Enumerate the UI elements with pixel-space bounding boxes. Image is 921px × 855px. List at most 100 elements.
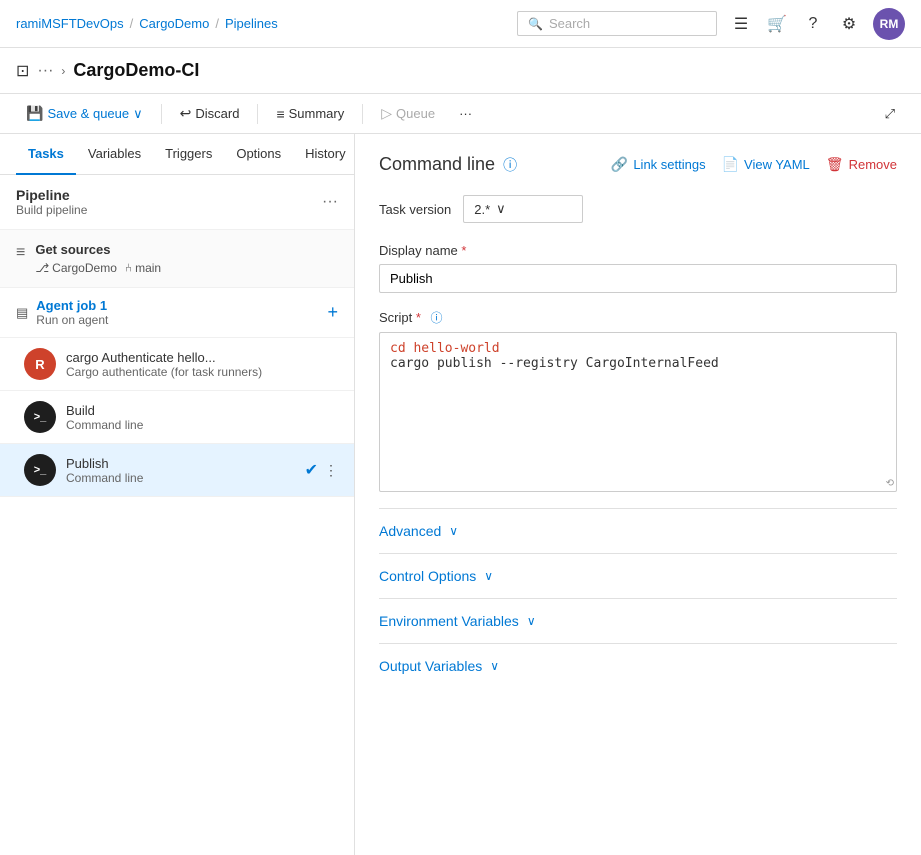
add-task-icon[interactable]: + xyxy=(327,302,338,323)
pipeline-more-icon[interactable]: ··· xyxy=(322,193,338,211)
advanced-chevron-icon: ∨ xyxy=(449,524,458,538)
help-icon[interactable]: ? xyxy=(801,12,825,36)
agent-job-left: ▤ Agent job 1 Run on agent xyxy=(16,298,108,327)
script-line-1: cd hello-world xyxy=(390,341,886,356)
agent-info: Agent job 1 Run on agent xyxy=(36,298,108,327)
output-variables-label: Output Variables xyxy=(379,658,482,674)
env-variables-chevron-icon: ∨ xyxy=(527,614,536,628)
queue-icon: ▷ xyxy=(381,105,392,122)
tab-tasks[interactable]: Tasks xyxy=(16,134,76,175)
queue-label: Queue xyxy=(396,106,435,121)
advanced-header: Advanced ∨ xyxy=(379,523,897,539)
save-queue-label: Save & queue xyxy=(47,106,129,121)
right-panel: Command line ⓘ 🔗 Link settings 📄 View YA… xyxy=(355,134,921,855)
publish-sub: Command line xyxy=(66,471,295,485)
version-chevron-icon: ∨ xyxy=(496,201,506,217)
display-name-input[interactable] xyxy=(379,264,897,293)
save-queue-dropdown-icon: ∨ xyxy=(133,106,143,122)
tab-history[interactable]: History xyxy=(293,134,357,175)
task-item-cargo-auth[interactable]: R cargo Authenticate hello... Cargo auth… xyxy=(0,338,354,391)
discard-label: Discard xyxy=(195,106,239,121)
settings-icon[interactable]: ⚙ xyxy=(837,12,861,36)
control-options-label: Control Options xyxy=(379,568,476,584)
pipeline-icon: ⊡ xyxy=(16,61,29,81)
sources-name[interactable]: Get sources xyxy=(35,242,161,257)
breadcrumb-dots[interactable]: ··· xyxy=(37,62,53,80)
build-sub: Command line xyxy=(66,418,338,432)
agent-icon: ▤ xyxy=(16,305,28,321)
cmd-header: Command line ⓘ 🔗 Link settings 📄 View YA… xyxy=(379,154,897,175)
queue-btn[interactable]: ▷ Queue xyxy=(371,100,445,127)
summary-btn[interactable]: ≡ Summary xyxy=(266,101,354,127)
control-options-section[interactable]: Control Options ∨ xyxy=(379,553,897,598)
cmd-info-icon[interactable]: ⓘ xyxy=(503,155,517,175)
left-tabs: Tasks Variables Triggers Options History xyxy=(0,134,354,175)
agent-job: ▤ Agent job 1 Run on agent + xyxy=(0,288,354,338)
nav-actions: 🔍 Search ☰ 🛒 ? ⚙ RM xyxy=(517,8,905,40)
expand-btn[interactable]: ⤢ xyxy=(875,101,905,127)
trash-icon: 🗑 xyxy=(826,156,844,173)
cargo-auth-icon: R xyxy=(24,348,56,380)
repo-detail: ⎇ CargoDemo xyxy=(35,261,117,275)
tab-options[interactable]: Options xyxy=(224,134,293,175)
env-variables-section[interactable]: Environment Variables ∨ xyxy=(379,598,897,643)
discard-btn[interactable]: ↩ Discard xyxy=(170,100,250,127)
discard-icon: ↩ xyxy=(180,105,192,122)
tab-triggers[interactable]: Triggers xyxy=(153,134,224,175)
view-yaml-btn[interactable]: 📄 View YAML xyxy=(722,156,810,173)
repo-icon: ⎇ xyxy=(35,261,49,275)
yaml-icon: 📄 xyxy=(722,156,739,173)
summary-label: Summary xyxy=(289,106,345,121)
main-layout: Tasks Variables Triggers Options History… xyxy=(0,134,921,855)
script-info-icon[interactable]: ⓘ xyxy=(431,311,443,325)
agent-job-name[interactable]: Agent job 1 xyxy=(36,298,108,313)
output-variables-section[interactable]: Output Variables ∨ xyxy=(379,643,897,688)
more-btn[interactable]: ··· xyxy=(449,101,482,126)
list-icon[interactable]: ☰ xyxy=(729,12,753,36)
breadcrumb: ramiMSFTDevOps / CargoDemo / Pipelines xyxy=(16,16,278,31)
branch-icon: ⑃ xyxy=(125,261,132,275)
remove-label: Remove xyxy=(849,157,897,172)
advanced-label: Advanced xyxy=(379,523,441,539)
script-label: Script * ⓘ xyxy=(379,309,897,326)
project-link[interactable]: CargoDemo xyxy=(139,16,209,31)
view-yaml-label: View YAML xyxy=(744,157,810,172)
link-icon: 🔗 xyxy=(611,156,628,173)
tab-variables[interactable]: Variables xyxy=(76,134,153,175)
repo-name: CargoDemo xyxy=(52,261,117,275)
task-version-select[interactable]: 2.* ∨ xyxy=(463,195,583,223)
section-link[interactable]: Pipelines xyxy=(225,16,278,31)
advanced-section[interactable]: Advanced ∨ xyxy=(379,508,897,553)
pipeline-info: Pipeline Build pipeline xyxy=(16,187,87,217)
save-queue-btn[interactable]: 💾 Save & queue ∨ xyxy=(16,100,153,127)
task-version-value: 2.* xyxy=(474,202,490,217)
publish-more-icon[interactable]: ⋮ xyxy=(324,462,338,479)
save-icon: 💾 xyxy=(26,105,43,122)
build-details: Build Command line xyxy=(66,403,338,432)
cargo-auth-name: cargo Authenticate hello... xyxy=(66,350,338,365)
task-version-label: Task version xyxy=(379,202,451,217)
publish-details: Publish Command line xyxy=(66,456,295,485)
output-variables-header: Output Variables ∨ xyxy=(379,658,897,674)
task-item-build[interactable]: >_ Build Command line xyxy=(0,391,354,444)
script-field: Script * ⓘ cd hello-world cargo publish … xyxy=(379,309,897,492)
cargo-auth-details: cargo Authenticate hello... Cargo authen… xyxy=(66,350,338,379)
sources-icon: ≡ xyxy=(16,244,25,262)
branch-name: main xyxy=(135,261,161,275)
task-item-publish[interactable]: >_ Publish Command line ✔ ⋮ xyxy=(0,444,354,497)
org-link[interactable]: ramiMSFTDevOps xyxy=(16,16,124,31)
resize-handle[interactable]: ⟲ xyxy=(886,478,894,489)
search-box[interactable]: 🔍 Search xyxy=(517,11,717,36)
basket-icon[interactable]: 🛒 xyxy=(765,12,789,36)
toolbar-sep-2 xyxy=(257,104,258,124)
remove-btn[interactable]: 🗑 Remove xyxy=(826,156,897,173)
script-textarea-container: cd hello-world cargo publish --registry … xyxy=(379,332,897,492)
link-settings-btn[interactable]: 🔗 Link settings xyxy=(611,156,706,173)
search-placeholder: Search xyxy=(549,16,590,31)
publish-icon: >_ xyxy=(24,454,56,486)
pipeline-name: Pipeline xyxy=(16,187,87,203)
link-settings-label: Link settings xyxy=(633,157,705,172)
output-variables-chevron-icon: ∨ xyxy=(490,659,499,673)
avatar[interactable]: RM xyxy=(873,8,905,40)
env-variables-label: Environment Variables xyxy=(379,613,519,629)
